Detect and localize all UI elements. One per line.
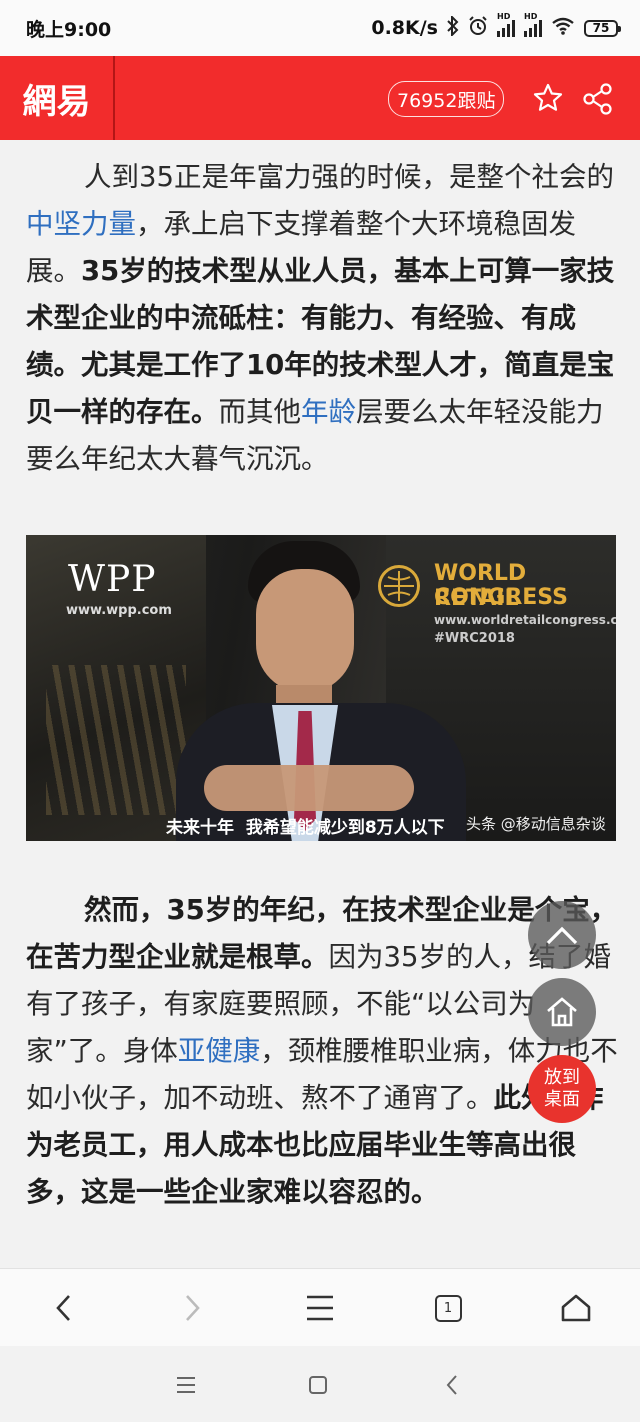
wifi-icon: [551, 17, 575, 40]
bluetooth-icon: [447, 14, 459, 41]
tab-count: 1: [443, 1300, 453, 1316]
speaker-hands: [204, 765, 414, 811]
chevron-right-icon: [186, 1295, 200, 1321]
text-span: 人到35正是年富力强的时候，是整个社会的: [84, 161, 614, 193]
battery-level: 75: [592, 21, 610, 35]
speaker-figure: [176, 535, 496, 841]
add-to-desktop-label-2: 桌面: [544, 1089, 580, 1110]
system-back-button[interactable]: [435, 1368, 469, 1402]
square-icon: [309, 1376, 327, 1394]
signal-icon-2: HD: [524, 12, 542, 37]
home-button[interactable]: [528, 978, 596, 1046]
tabs-button[interactable]: 1: [428, 1288, 468, 1328]
hd-badge-2: HD: [524, 12, 538, 21]
alarm-icon: [468, 15, 488, 41]
network-speed: 0.8K/s: [371, 17, 438, 39]
wpp-url: www.wpp.com: [66, 603, 172, 618]
back-arrow-icon: [446, 1375, 457, 1395]
speaker-face: [256, 569, 354, 693]
tabs-icon: 1: [434, 1294, 462, 1322]
image-background-panel: [46, 665, 186, 815]
link-backbone[interactable]: 中坚力量: [26, 208, 136, 240]
home-outline-icon: [561, 1294, 591, 1322]
link-subhealth[interactable]: 亚健康: [178, 1035, 261, 1067]
browser-toolbar: 1: [0, 1268, 640, 1347]
image-watermark: 头条 @移动信息杂谈: [466, 815, 606, 833]
menu-icon: [307, 1295, 333, 1321]
status-bar: 晚上9:00 0.8K/s HD HD 75: [0, 0, 640, 56]
share-icon[interactable]: [581, 82, 615, 116]
forward-button[interactable]: [172, 1288, 212, 1328]
recents-button[interactable]: [169, 1368, 203, 1402]
chevron-up-icon: [546, 926, 578, 945]
wpp-logo: WPP: [68, 559, 157, 600]
article-paragraph-1: 人到35正是年富力强的时候，是整个社会的中坚力量，承上启下支撑着整个大环境稳固发…: [26, 154, 618, 483]
comment-count-button[interactable]: 76952跟贴: [388, 81, 505, 117]
status-icons: 0.8K/s HD HD 75: [371, 12, 621, 41]
browser-home-button[interactable]: [556, 1288, 596, 1328]
back-button[interactable]: [44, 1288, 84, 1328]
menu-button[interactable]: [300, 1288, 340, 1328]
add-to-desktop-label-1: 放到: [544, 1067, 580, 1088]
system-home-button[interactable]: [301, 1368, 335, 1402]
system-nav-bar: [0, 1346, 640, 1422]
favorite-star-icon[interactable]: [532, 82, 566, 116]
video-subtitle: 未来十年 我希望能减少到8万人以下: [166, 818, 445, 838]
text-span: 而其他: [218, 396, 302, 428]
add-to-desktop-button[interactable]: 放到 桌面: [528, 1055, 596, 1123]
netease-logo[interactable]: 網易: [0, 56, 115, 140]
home-icon: [547, 997, 577, 1027]
recents-icon: [177, 1377, 195, 1393]
scroll-top-button[interactable]: [528, 901, 596, 969]
clock: 晚上9:00: [26, 18, 112, 41]
chevron-left-icon: [56, 1295, 70, 1321]
app-header: 網易 76952跟贴: [0, 56, 640, 140]
link-age[interactable]: 年龄: [301, 396, 356, 428]
battery-icon: 75: [584, 19, 621, 37]
hd-badge: HD: [497, 12, 511, 21]
article-image[interactable]: WPP www.wpp.com WORLD RETAIL CONGRESS ww…: [26, 535, 616, 841]
signal-icon: HD: [497, 12, 515, 37]
